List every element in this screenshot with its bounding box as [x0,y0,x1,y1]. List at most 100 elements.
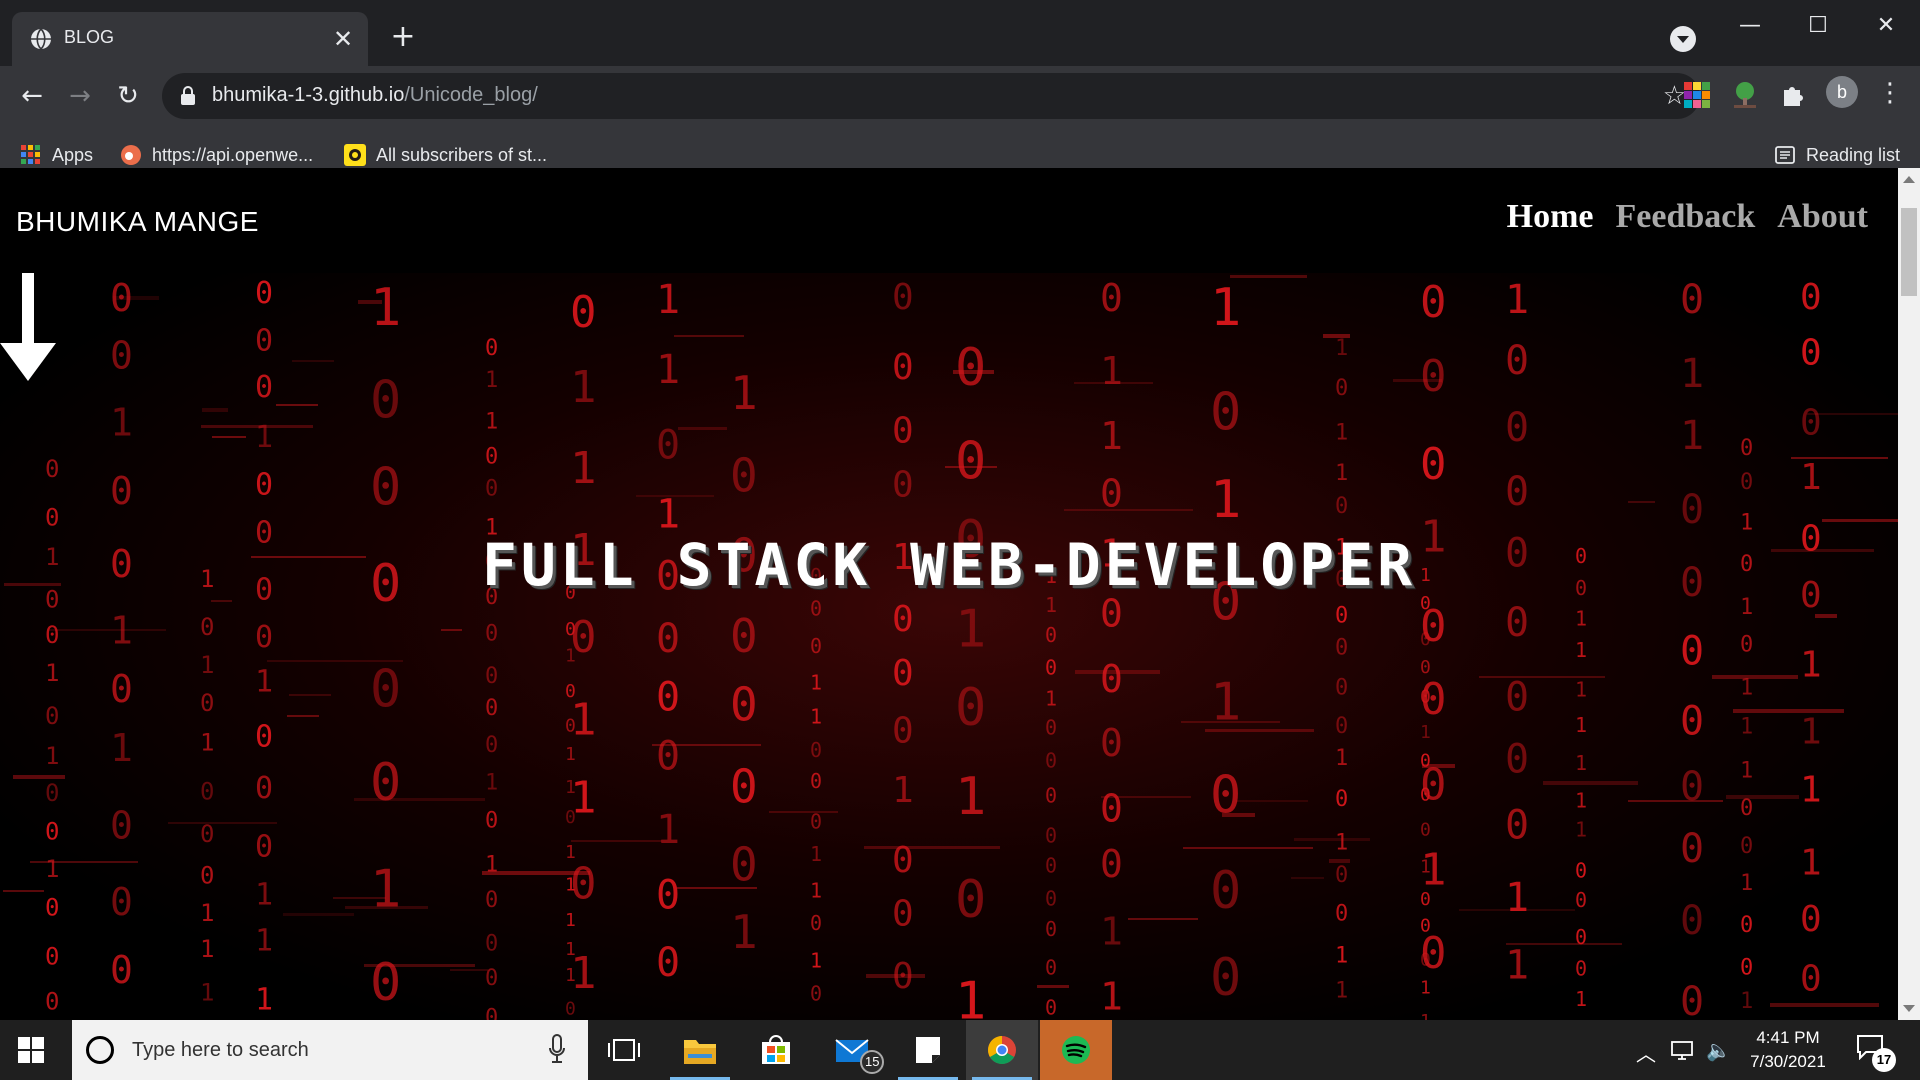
binary-digit: 1 [1335,421,1348,446]
microphone-icon[interactable] [548,1034,566,1064]
profile-avatar[interactable]: b [1826,76,1858,108]
url-text[interactable]: bhumika-1-3.github.io/Unicode_blog/ [212,84,538,107]
address-bar[interactable]: bhumika-1-3.github.io/Unicode_blog/ ☆ [162,73,1700,119]
forward-arrow-icon[interactable]: → [60,76,100,116]
tab-close-button[interactable]: ✕ [330,26,356,52]
glitch-streak [1075,670,1160,674]
binary-digit: 0 [565,716,576,737]
glitch-streak [276,404,318,406]
glitch-streak [212,436,246,438]
windows-start-icon[interactable] [18,1037,44,1063]
more-menu-icon[interactable]: ⋮ [1876,76,1904,110]
binary-digit: 0 [1420,751,1431,772]
window-close-button[interactable]: ✕ [1856,8,1916,44]
spotify-button[interactable] [1040,1020,1112,1080]
glitch-streak [1479,676,1605,678]
windows-taskbar: Type here to search 15 ︿ 🔈 4:41 PM 7/30/… [0,1020,1920,1080]
bookmark-openweather[interactable]: https://api.openwe... [120,142,313,168]
binary-digit: 0 [656,940,680,986]
puzzle-extensions-icon[interactable] [1778,80,1808,110]
binary-digit: 0 [892,653,914,694]
scroll-up-icon[interactable] [1903,176,1915,183]
page-scrollbar[interactable] [1898,168,1920,1020]
binary-digit: 0 [45,621,59,649]
new-tab-button[interactable]: + [388,22,418,52]
binary-digit: 0 [1800,959,1822,1000]
binary-digit: 0 [810,769,822,793]
scroll-down-arrow-icon[interactable] [0,273,56,385]
taskbar-search-box[interactable]: Type here to search [72,1020,588,1080]
binary-digit: 1 [110,726,133,770]
glitch-streak [1393,379,1442,382]
file-explorer-button[interactable] [664,1020,736,1080]
glitch-streak [287,715,319,717]
binary-digit: 1 [200,935,214,963]
tab-search-icon[interactable] [1670,26,1696,52]
back-arrow-icon[interactable]: ← [12,76,52,116]
network-icon[interactable] [1670,1040,1696,1062]
binary-digit: 0 [255,620,273,655]
color-extension-icon[interactable] [1682,80,1712,110]
reading-list-button[interactable]: Reading list [1774,142,1900,168]
browser-tab[interactable]: BLOG ✕ [12,12,368,66]
binary-digit: 0 [1680,628,1704,674]
binary-digit: 0 [255,719,273,754]
binary-digit: 0 [1740,913,1753,938]
binary-digit: 0 [255,370,273,405]
scroll-down-icon[interactable] [1903,1005,1915,1012]
binary-digit: 0 [1100,842,1123,886]
binary-rain-background: 0 0 1 0 0 1 0 1 0 0 0 0 0 0 1 0 0 0 0 1 0 0 0 1 1 1 1 0 0 0 0 0 1 0 0 1 1 0 0 1… [3,275,1898,1020]
minimize-button[interactable]: — [1720,8,1780,44]
nav-feedback-link[interactable]: Feedback [1616,198,1756,236]
bookmark-apps[interactable]: Apps [20,142,93,168]
nav-about-link[interactable]: About [1777,198,1868,236]
glitch-streak [292,360,334,362]
system-clock[interactable]: 4:41 PM 7/30/2021 [1736,1026,1840,1074]
glitch-streak [1422,764,1455,768]
bookmark-subscribers[interactable]: All subscribers of st... [344,142,547,168]
binary-digit: 0 [892,893,914,934]
binary-digit: 0 [892,599,914,640]
binary-digit: 0 [485,888,498,913]
binary-digit: 0 [1420,915,1431,936]
binary-digit: 1 [370,859,401,919]
binary-digit: 0 [1420,277,1447,328]
binary-digit: 0 [565,681,576,702]
reload-icon[interactable]: ↻ [108,76,148,116]
binary-digit: 0 [45,455,59,483]
task-view-button[interactable] [588,1020,660,1080]
binary-digit: 1 [656,347,680,393]
binary-digit: 1 [570,362,597,413]
binary-digit: 1 [1335,336,1348,361]
binary-digit: 0 [1210,948,1241,1008]
binary-digit: 0 [1335,714,1348,739]
nav-home-link[interactable]: Home [1507,198,1594,236]
scrollbar-thumb[interactable] [1901,208,1917,296]
binary-digit: 1 [1420,722,1431,743]
binary-digit: 0 [485,664,498,689]
binary-digit: 1 [1420,977,1431,998]
action-center-button[interactable]: 17 [1856,1034,1896,1072]
binary-digit: 0 [255,468,273,503]
hero-banner: 0 0 1 0 0 1 0 1 0 0 0 0 0 0 1 0 0 0 0 1 0 0 0 1 1 1 1 0 0 0 0 0 1 0 0 1 1 0 0 1… [0,273,1898,1020]
tree-extension-icon[interactable] [1730,80,1760,110]
chrome-button[interactable] [966,1020,1038,1080]
volume-icon[interactable]: 🔈 [1706,1038,1731,1062]
binary-digit: 0 [200,820,214,848]
binary-digit: 0 [370,457,401,517]
glitch-streak [1628,800,1723,802]
binary-digit: 1 [1740,715,1753,740]
mail-button[interactable]: 15 [816,1020,888,1080]
binary-digit: 0 [1335,376,1348,401]
maximize-button[interactable]: ☐ [1788,8,1848,44]
binary-digit: 1 [565,842,576,863]
glitch-streak [1323,334,1350,338]
show-hidden-icons-chevron[interactable]: ︿ [1636,1038,1656,1067]
binary-digit: 0 [370,753,401,813]
sticky-notes-button[interactable] [892,1020,964,1080]
binary-digit: 0 [1680,764,1704,810]
clock-time: 4:41 PM [1756,1028,1820,1047]
site-brand[interactable]: BHUMIKA MANGE [16,206,259,238]
microsoft-store-button[interactable] [740,1020,812,1080]
glitch-streak [1628,501,1655,503]
